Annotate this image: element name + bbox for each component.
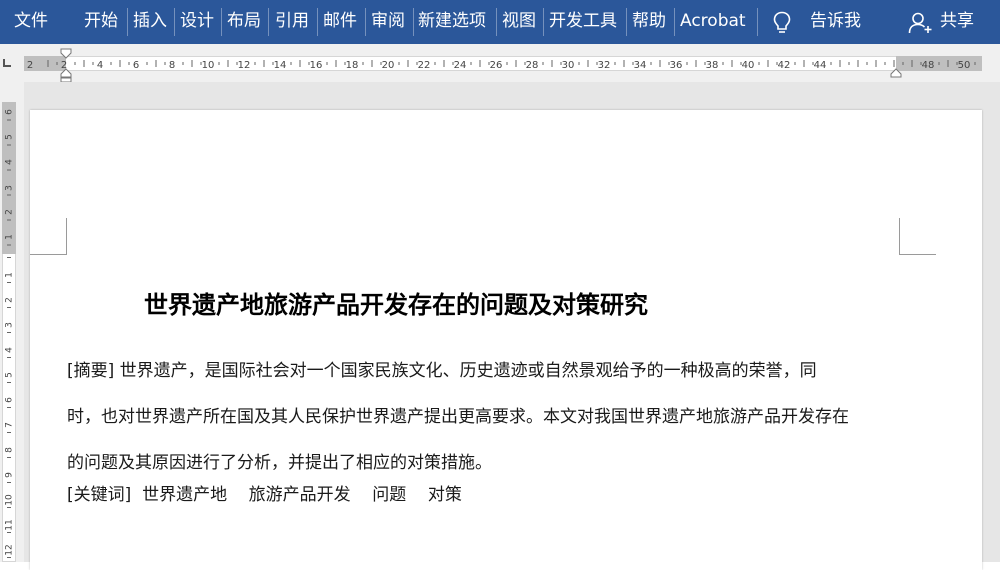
ruler-number: 3 bbox=[5, 322, 15, 328]
ruler-number: 42 bbox=[778, 60, 791, 71]
tab-separator bbox=[174, 8, 175, 36]
ruler-number: 16 bbox=[310, 60, 323, 71]
tab-references[interactable]: 引用 bbox=[275, 0, 309, 44]
ruler-number: 5 bbox=[5, 134, 15, 140]
ruler-number: 48 bbox=[922, 60, 935, 71]
tab-separator bbox=[413, 8, 414, 36]
document-workspace: 世界遗产地旅游产品开发存在的问题及对策研究 [摘要] 世界遗产，是国际社会对一个… bbox=[24, 82, 1000, 570]
ruler-number: 6 bbox=[133, 60, 139, 71]
ruler-number: 12 bbox=[238, 60, 251, 71]
tab-home[interactable]: 开始 bbox=[84, 0, 118, 44]
ruler-number: 9 bbox=[5, 472, 15, 478]
ruler-number: 10 bbox=[5, 494, 15, 506]
ruler-number: 4 bbox=[5, 347, 15, 353]
ruler-number: 1 bbox=[5, 234, 15, 240]
keywords-line[interactable]: [关键词] 世界遗产地 旅游产品开发 问题 对策 bbox=[67, 480, 462, 505]
tab-separator bbox=[221, 8, 222, 36]
tab-separator bbox=[365, 8, 366, 36]
abstract-line: 时，也对世界遗产所在国及其人民保护世界遗产提出更高要求。本文对我国世界遗产地旅游… bbox=[67, 407, 849, 427]
ruler-number: 7 bbox=[5, 422, 15, 428]
ruler-number: 8 bbox=[169, 60, 175, 71]
ruler-number: 10 bbox=[202, 60, 215, 71]
first-line-indent-marker[interactable] bbox=[60, 48, 72, 59]
tab-acrobat[interactable]: Acrobat bbox=[680, 0, 746, 44]
tell-me-search[interactable]: 告诉我 bbox=[810, 0, 861, 44]
tab-view[interactable]: 视图 bbox=[502, 0, 536, 44]
ruler-number: 18 bbox=[346, 60, 359, 71]
ruler-number: 28 bbox=[526, 60, 539, 71]
ruler-number: 24 bbox=[454, 60, 467, 71]
tab-separator bbox=[626, 8, 627, 36]
ruler-number: 6 bbox=[5, 109, 15, 115]
tab-design[interactable]: 设计 bbox=[180, 0, 214, 44]
ruler-number: 3 bbox=[5, 185, 15, 191]
ruler-scale: 2 2 4 6 8 10 12 14 16 18 20 22 24 26 28 30 32 34 36 38 40 42 4… bbox=[27, 48, 976, 82]
ruler-number: 14 bbox=[274, 60, 287, 71]
tab-review[interactable]: 审阅 bbox=[371, 0, 405, 44]
ruler-number: 36 bbox=[670, 60, 683, 71]
document-page[interactable]: 世界遗产地旅游产品开发存在的问题及对策研究 [摘要] 世界遗产，是国际社会对一个… bbox=[30, 110, 982, 570]
ruler-number: 8 bbox=[5, 447, 15, 453]
tab-separator bbox=[127, 8, 128, 36]
tab-separator bbox=[496, 8, 497, 36]
horizontal-ruler[interactable]: 2 2 4 6 8 10 12 14 16 18 20 22 24 26 28 30 32 34 36 38 40 42 4… bbox=[0, 44, 1000, 82]
ruler-number: 6 bbox=[5, 397, 15, 403]
lightbulb-icon[interactable] bbox=[772, 11, 792, 35]
ruler-number: 2 bbox=[61, 60, 67, 71]
ruler-number: 40 bbox=[742, 60, 755, 71]
ruler-number: 4 bbox=[97, 60, 103, 71]
ruler-number: 22 bbox=[418, 60, 431, 71]
ruler-number: 38 bbox=[706, 60, 719, 71]
ruler-number: 44 bbox=[814, 60, 827, 71]
ribbon-tab-bar: 文件 开始 插入 设计 布局 引用 邮件 审阅 新建选项 视图 开发工具 帮助 … bbox=[0, 0, 1000, 44]
crop-mark-top-right bbox=[899, 218, 936, 255]
ruler-number: 34 bbox=[634, 60, 647, 71]
abstract-line: [摘要] 世界遗产，是国际社会对一个国家民族文化、历史遗迹或自然景观给予的一种极… bbox=[67, 361, 817, 381]
tab-separator bbox=[317, 8, 318, 36]
ruler-number: 30 bbox=[562, 60, 575, 71]
ruler-number: 50 bbox=[958, 60, 971, 71]
tab-separator bbox=[674, 8, 675, 36]
share-person-icon[interactable] bbox=[908, 12, 934, 34]
tab-separator bbox=[543, 8, 544, 36]
crop-mark-top-left bbox=[30, 218, 67, 255]
tab-file[interactable]: 文件 bbox=[14, 0, 48, 44]
ruler-number: 20 bbox=[382, 60, 395, 71]
document-title[interactable]: 世界遗产地旅游产品开发存在的问题及对策研究 bbox=[144, 285, 648, 320]
ruler-number: 26 bbox=[490, 60, 503, 71]
ruler-number: 5 bbox=[5, 372, 15, 378]
ruler-number: 2 bbox=[27, 60, 33, 71]
tab-mailings[interactable]: 邮件 bbox=[323, 0, 357, 44]
ruler-number: 4 bbox=[5, 159, 15, 165]
ruler-number: 11 bbox=[5, 519, 15, 530]
ruler-number: 12 bbox=[5, 544, 15, 555]
tab-developer[interactable]: 开发工具 bbox=[549, 0, 617, 44]
ruler-number: 1 bbox=[5, 272, 15, 278]
tab-layout[interactable]: 布局 bbox=[227, 0, 261, 44]
tab-help[interactable]: 帮助 bbox=[632, 0, 666, 44]
tab-insert[interactable]: 插入 bbox=[133, 0, 167, 44]
tab-separator bbox=[268, 8, 269, 36]
tab-separator bbox=[757, 8, 758, 36]
abstract-paragraph[interactable]: [摘要] 世界遗产，是国际社会对一个国家民族文化、历史遗迹或自然景观给予的一种极… bbox=[67, 348, 927, 486]
share-button[interactable]: 共享 bbox=[940, 0, 974, 44]
ruler-number: 2 bbox=[5, 209, 15, 215]
vertical-ruler[interactable]: 6 5 4 3 2 1 1 2 3 4 5 6 7 8 9 10 11 12 bbox=[0, 82, 24, 562]
right-indent-marker[interactable] bbox=[890, 68, 902, 78]
tab-new-options[interactable]: 新建选项 bbox=[418, 0, 486, 44]
ruler-number: 2 bbox=[5, 297, 15, 303]
ruler-number: 32 bbox=[598, 60, 611, 71]
ruler-scale: 654321123456789101112 bbox=[5, 109, 15, 558]
